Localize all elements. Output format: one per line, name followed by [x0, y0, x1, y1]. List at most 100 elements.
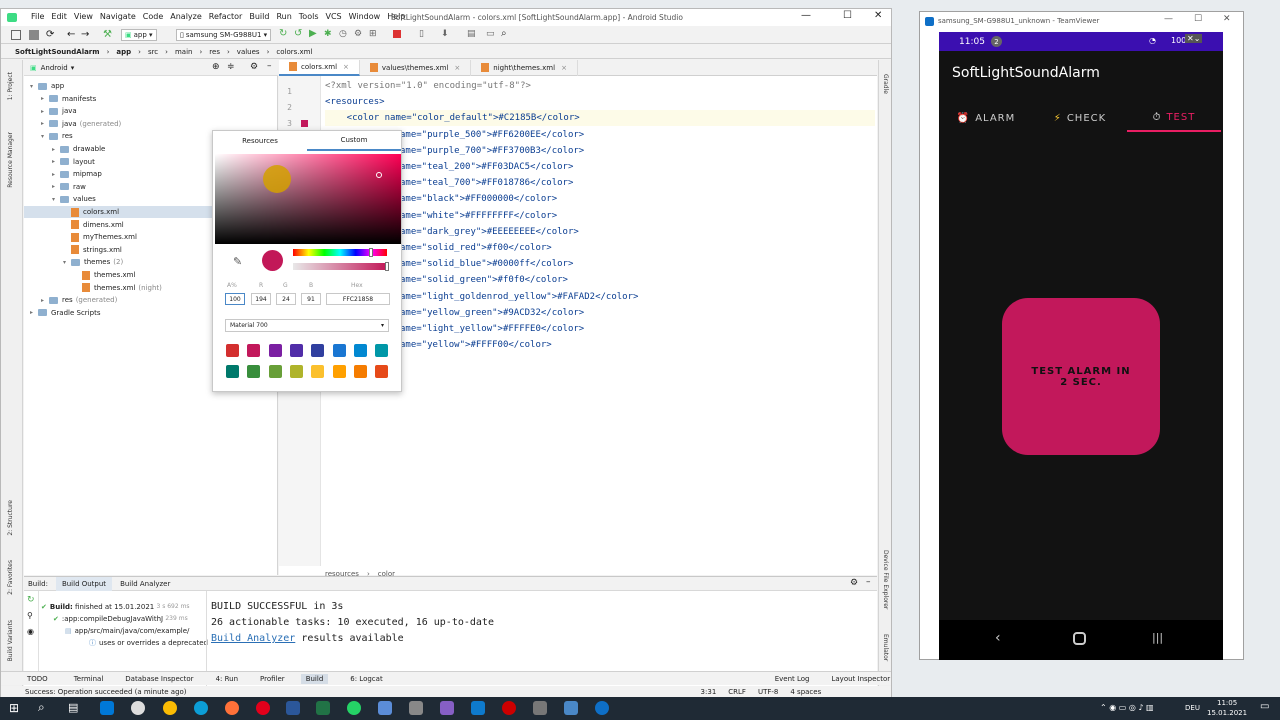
- search-icon[interactable]: ⌕: [501, 28, 507, 39]
- tab-todo[interactable]: TODO: [27, 675, 48, 683]
- menu-window[interactable]: Window: [349, 12, 381, 21]
- tab-colors-xml[interactable]: colors.xml ×: [279, 59, 360, 76]
- word-icon[interactable]: [286, 701, 300, 715]
- build-tree-row[interactable]: ⓘ uses or overrides a deprecated: [89, 637, 208, 649]
- alpha-slider[interactable]: [293, 262, 389, 271]
- tray-icons[interactable]: ⌃ ◉ ▭ ◎ ♪ ▥: [1100, 703, 1154, 712]
- maximize-icon[interactable]: ☐: [1194, 14, 1202, 24]
- tab-resources[interactable]: Resources: [213, 137, 307, 145]
- device-file-explorer-tool-button[interactable]: Device File Explorer: [882, 550, 889, 609]
- tree-item[interactable]: ▾ themes (2): [63, 256, 123, 268]
- expand-arrow-icon[interactable]: ▾: [30, 83, 38, 90]
- project-view-select[interactable]: Android: [41, 64, 68, 72]
- color-swatch[interactable]: [375, 365, 389, 378]
- device-select[interactable]: ▯ samsung SM-G988U1 ▾: [176, 29, 272, 41]
- color-swatch[interactable]: [226, 344, 239, 357]
- search-icon[interactable]: ⌕: [38, 700, 45, 715]
- firefox-icon[interactable]: [225, 701, 239, 715]
- color-swatch[interactable]: [311, 344, 325, 357]
- tab-night-themes-xml[interactable]: night\themes.xml ×: [471, 59, 578, 76]
- back-icon[interactable]: ←: [67, 29, 75, 40]
- breadcrumb-values[interactable]: values: [237, 48, 260, 56]
- build-tree-row[interactable]: ✔ Build: finished at 15.01.2021 3 s 692 m…: [41, 601, 208, 613]
- breadcrumb-file[interactable]: colors.xml: [276, 48, 312, 56]
- taskbar-date[interactable]: 15.01.2021: [1207, 709, 1247, 717]
- menu-tools[interactable]: Tools: [299, 12, 319, 21]
- tree-item[interactable]: themes.xml (night): [74, 282, 162, 294]
- tree-item[interactable]: ▸ raw: [52, 181, 86, 193]
- debug-icon[interactable]: ✱: [324, 29, 332, 39]
- green-input[interactable]: 24: [276, 293, 296, 305]
- tab-test[interactable]: ⏱ TEST: [1127, 104, 1221, 132]
- tab-terminal[interactable]: Terminal: [74, 675, 104, 683]
- expand-arrow-icon[interactable]: ▾: [52, 196, 60, 203]
- tab-profiler[interactable]: Profiler: [260, 675, 285, 683]
- rerun-icon[interactable]: ↻: [279, 28, 287, 39]
- forward-icon[interactable]: →: [81, 29, 89, 40]
- expand-arrow-icon[interactable]: ▸: [52, 146, 60, 153]
- expand-arrow-icon[interactable]: ▸: [41, 297, 49, 304]
- menu-edit[interactable]: Edit: [51, 12, 67, 21]
- color-swatch[interactable]: [268, 344, 282, 357]
- line-separator[interactable]: CRLF: [728, 688, 746, 696]
- expand-arrow-icon[interactable]: ▸: [52, 158, 60, 165]
- color-gutter-swatch[interactable]: [301, 120, 308, 127]
- tab-alarm[interactable]: ⏰ ALARM: [939, 113, 1033, 124]
- expand-arrow-icon[interactable]: ▸: [30, 309, 38, 316]
- coverage-icon[interactable]: ⊞: [369, 29, 377, 39]
- open-icon[interactable]: [11, 30, 21, 40]
- sync-icon[interactable]: ⟳: [46, 29, 54, 40]
- opera-icon[interactable]: [256, 701, 270, 715]
- tab-build-analyzer[interactable]: Build Analyzer: [120, 580, 170, 588]
- resource-manager-tool-button[interactable]: Resource Manager: [7, 132, 14, 188]
- tree-item[interactable]: ▸ res (generated): [41, 294, 117, 306]
- profile-icon[interactable]: ◷: [339, 29, 347, 39]
- tree-item[interactable]: dimens.xml: [63, 219, 124, 231]
- tab-build-output[interactable]: Build Output: [55, 576, 113, 591]
- build-tree-row[interactable]: ▤ app/src/main/java/com/example/: [65, 625, 208, 637]
- breadcrumb-res[interactable]: res: [209, 48, 220, 56]
- pin-icon[interactable]: ⚲: [27, 611, 33, 620]
- tree-item[interactable]: ▸ manifests: [41, 93, 96, 105]
- whatsapp-icon[interactable]: [347, 701, 361, 715]
- color-swatch[interactable]: [289, 365, 303, 378]
- tab-run[interactable]: 4: Run: [216, 675, 238, 683]
- tree-item[interactable]: ▸ Gradle Scripts: [30, 307, 100, 319]
- start-icon[interactable]: ⊞: [9, 701, 19, 715]
- visual-studio-icon[interactable]: [440, 701, 454, 715]
- saturation-brightness-field[interactable]: [215, 154, 401, 244]
- menu-code[interactable]: Code: [143, 12, 163, 21]
- save-icon[interactable]: [29, 30, 39, 40]
- language-indicator[interactable]: DEU: [1185, 704, 1200, 712]
- expand-arrow-icon[interactable]: ▸: [41, 95, 49, 102]
- android-studio-taskbar-icon[interactable]: [564, 701, 578, 715]
- settings-gear-icon[interactable]: ⚙: [850, 578, 858, 588]
- back-nav-icon[interactable]: ‹: [995, 630, 1001, 646]
- breadcrumb-project[interactable]: SoftLightSoundAlarm: [15, 48, 100, 56]
- favorites-tool-button[interactable]: 2: Favorites: [7, 560, 14, 595]
- vscode-icon[interactable]: [471, 701, 485, 715]
- tree-item[interactable]: ▸ java (generated): [41, 118, 121, 130]
- expand-arrow-icon[interactable]: ▾: [41, 133, 49, 140]
- task-view-icon[interactable]: ▤: [68, 701, 78, 714]
- tab-layout-inspector[interactable]: Layout Inspector: [831, 675, 890, 683]
- menu-navigate[interactable]: Navigate: [100, 12, 136, 21]
- emulator-tool-button[interactable]: Emulator: [882, 634, 889, 661]
- stop-icon[interactable]: [393, 30, 401, 38]
- eyedropper-icon[interactable]: ✎: [233, 255, 242, 268]
- color-swatch[interactable]: [289, 344, 303, 357]
- hide-panel-icon[interactable]: –: [866, 577, 871, 587]
- project-structure-icon[interactable]: ▤: [467, 29, 476, 39]
- cursor-position[interactable]: 3:31: [701, 688, 717, 696]
- color-swatch[interactable]: [332, 365, 346, 378]
- alpha-input[interactable]: 100: [225, 293, 245, 305]
- menu-file[interactable]: File: [31, 12, 44, 21]
- app-icon[interactable]: [533, 701, 547, 715]
- rerun-icon[interactable]: ↻: [27, 595, 35, 605]
- close-icon[interactable]: ✕: [874, 10, 882, 21]
- tab-build[interactable]: Build: [300, 673, 329, 684]
- color-swatch[interactable]: [353, 365, 367, 378]
- color-thumb[interactable]: [376, 172, 382, 178]
- blue-input[interactable]: 91: [301, 293, 321, 305]
- build-variants-tool-button[interactable]: Build Variants: [7, 620, 14, 661]
